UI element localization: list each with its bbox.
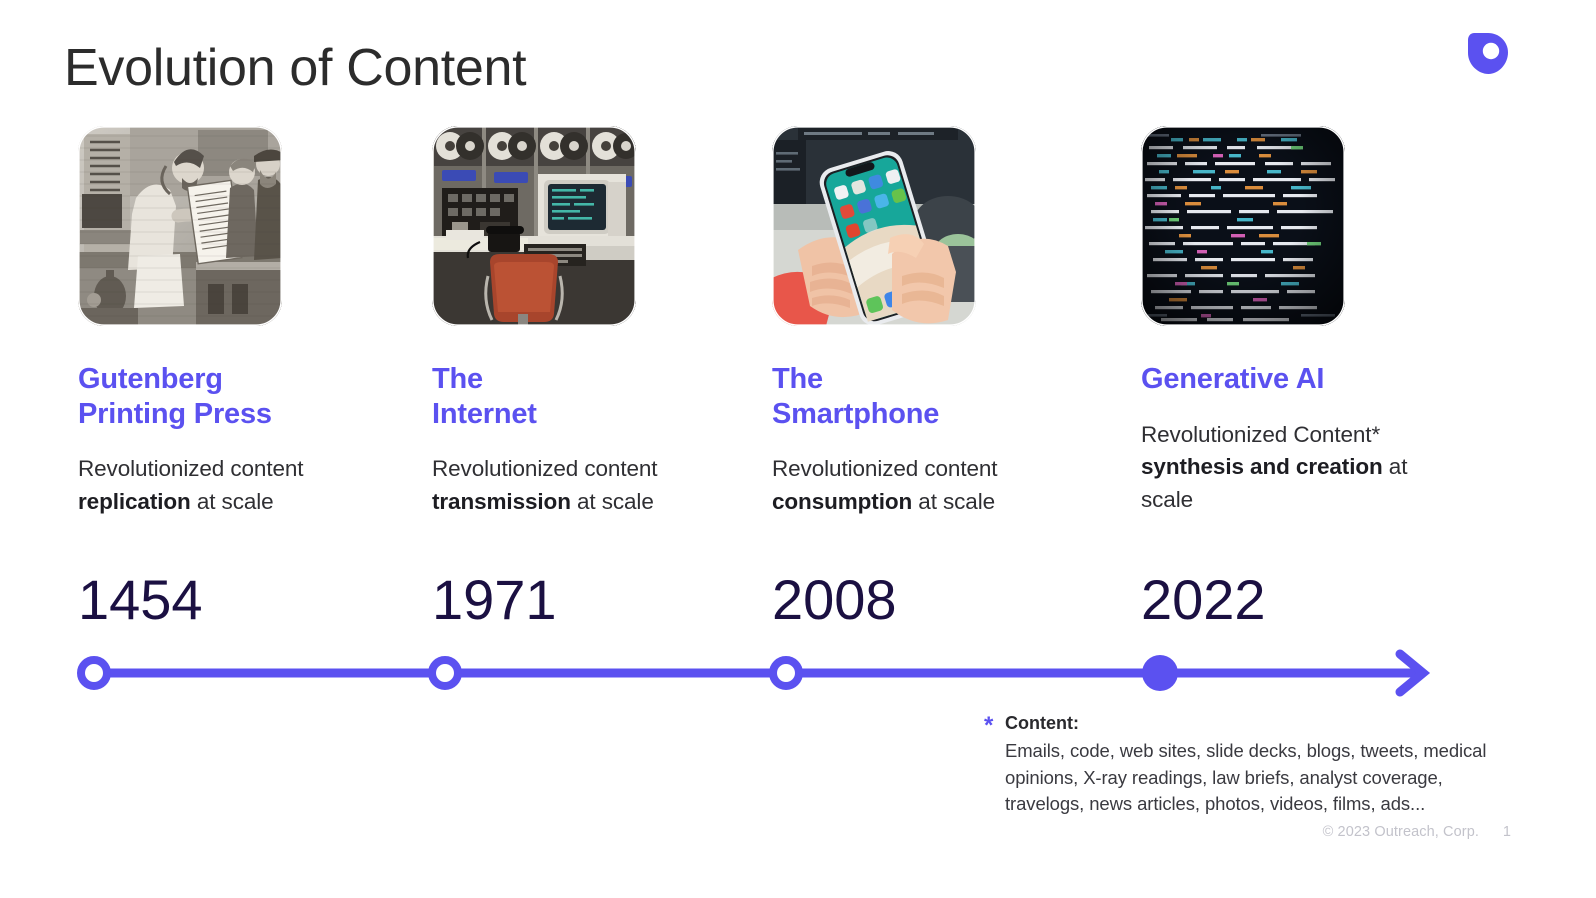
body-emphasis: replication [78, 488, 191, 514]
milestone-title: Gutenberg Printing Press [78, 363, 272, 430]
body-prefix: Revolutionized content [772, 456, 998, 481]
body-suffix: at scale [912, 488, 996, 514]
timeline-marker-1971 [428, 656, 462, 690]
timeline-axis [0, 645, 1596, 701]
timeline-marker-2022 [1142, 655, 1178, 691]
asterisk-icon: * [984, 712, 994, 739]
body-emphasis: synthesis and creation [1141, 454, 1383, 480]
milestone-year: 1454 [78, 568, 203, 631]
hands-holding-smartphone-photo [772, 126, 976, 326]
copyright-text: © 2023 Outreach, Corp. [1322, 824, 1479, 840]
milestone-columns: Gutenberg Printing Press Revolutionized … [0, 126, 1596, 646]
milestone-card-generative-ai: Generative AI Revolutionized Content* sy… [1141, 126, 1471, 628]
body-suffix: at scale [190, 488, 274, 514]
page-number: 1 [1502, 824, 1511, 840]
milestone-title: The Internet [432, 363, 537, 430]
body-prefix: Revolutionized content [78, 456, 304, 481]
milestone-card-internet: The Internet Revolutionized content tran… [432, 126, 762, 628]
body-emphasis: consumption [772, 488, 913, 514]
milestone-body: Revolutionized Content* synthesis and cr… [1141, 419, 1426, 517]
body-prefix: Revolutionized Content* [1141, 421, 1381, 447]
timeline-marker-1454 [77, 656, 111, 690]
milestone-body: Revolutionized content replication at sc… [78, 453, 378, 518]
milestone-title: Generative AI [1141, 363, 1325, 395]
milestone-title: The Smartphone [772, 363, 940, 430]
milestone-year: 2008 [772, 568, 897, 631]
milestone-card-smartphone: The Smartphone Revolutionized content co… [772, 126, 1102, 628]
gutenberg-printing-press-engraving [78, 126, 282, 326]
milestone-body: Revolutionized content consumption at sc… [772, 453, 1072, 518]
footnote-block: * Content: Emails, code, web sites, slid… [984, 712, 1524, 817]
outreach-logo-icon [1465, 31, 1511, 77]
milestone-card-gutenberg: Gutenberg Printing Press Revolutionized … [78, 126, 408, 628]
body-suffix: at scale [570, 488, 654, 514]
footnote-text: Emails, code, web sites, slide decks, bl… [1005, 740, 1487, 814]
timeline-marker-2008 [769, 656, 803, 690]
source-code-on-dark-screen-photo [1141, 126, 1345, 326]
milestone-body: Revolutionized content transmission at s… [432, 453, 732, 518]
page-title: Evolution of Content [64, 39, 527, 97]
vintage-mainframe-computer-room-photo [432, 126, 636, 326]
milestone-year: 1971 [432, 568, 557, 631]
slide-root: Evolution of Content Gutenberg Printing … [0, 0, 1596, 898]
milestone-year: 2022 [1141, 568, 1266, 631]
body-prefix: Revolutionized content [432, 456, 658, 481]
body-emphasis: transmission [432, 488, 571, 514]
footnote-label: Content: [1005, 713, 1079, 733]
